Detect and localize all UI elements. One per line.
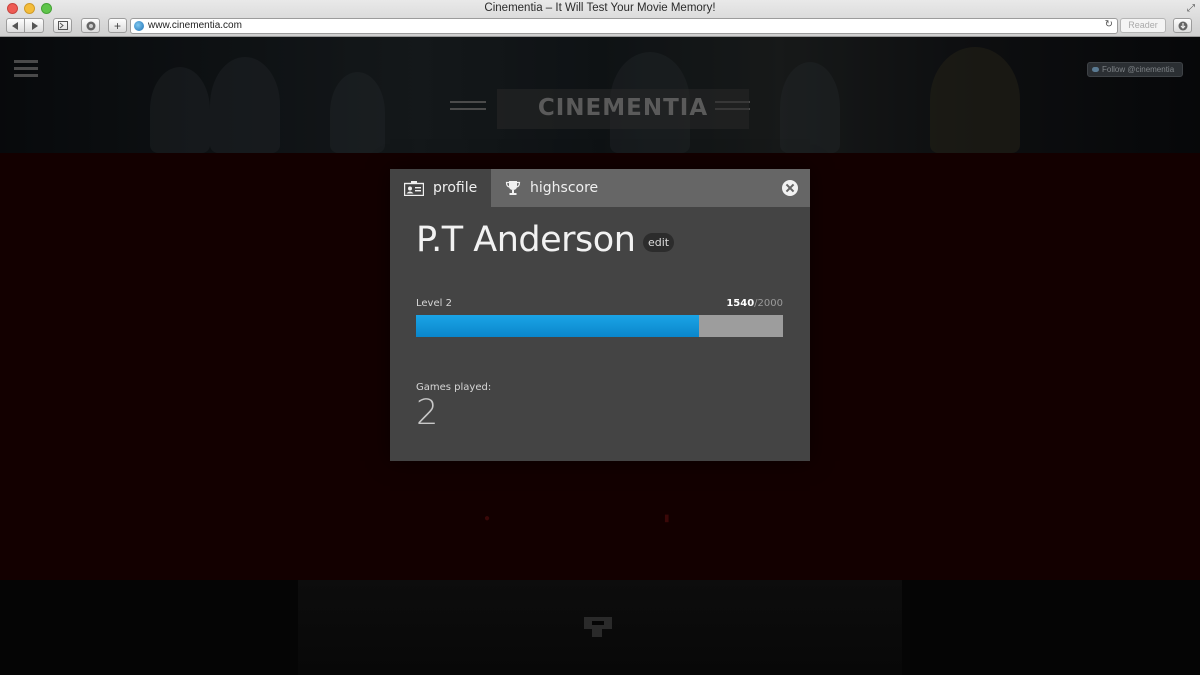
play-icon[interactable]: ● — [484, 513, 490, 524]
tab-highscore[interactable]: highscore — [491, 169, 691, 207]
site-logo[interactable]: CINEMENTIA — [497, 89, 749, 129]
reader-button[interactable]: Reader — [1120, 18, 1166, 33]
id-card-icon — [404, 180, 424, 196]
xp-current: 1540 — [726, 298, 755, 309]
fullscreen-icon[interactable]: ⤢ — [1187, 3, 1195, 14]
downloads-button[interactable] — [1173, 18, 1192, 33]
forward-arrow-icon — [31, 21, 38, 30]
address-bar[interactable]: www.cinementia.com ↻ — [130, 18, 1118, 34]
extension-icon — [86, 21, 95, 30]
web-page: CINEMENTIA Follow @cinementia ● ▮ profil… — [0, 37, 1200, 675]
level-label: Level 2 — [416, 298, 452, 309]
back-button[interactable] — [6, 18, 25, 33]
plus-icon: + — [113, 18, 121, 33]
level-progress-fill — [416, 315, 699, 337]
hamburger-menu-icon[interactable] — [14, 60, 38, 81]
tab-highscore-label: highscore — [530, 180, 599, 196]
xp-counter: 1540/2000 — [726, 298, 783, 309]
close-modal-button[interactable] — [782, 180, 798, 196]
reload-icon[interactable]: ↻ — [1105, 19, 1113, 30]
profile-name: P.T Anderson — [416, 220, 636, 260]
url-text[interactable]: www.cinementia.com — [148, 20, 242, 31]
show-all-tabs-button[interactable] — [53, 18, 72, 33]
window-title: Cinementia – It Will Test Your Movie Mem… — [484, 2, 716, 14]
browser-toolbar: Cinementia – It Will Test Your Movie Mem… — [0, 0, 1200, 37]
modal-tab-bar: profile highscore — [390, 169, 810, 207]
twitter-follow-button[interactable]: Follow @cinementia — [1087, 62, 1183, 77]
hero-banner: CINEMENTIA Follow @cinementia — [0, 37, 1200, 153]
games-played-label: Games played: — [416, 382, 492, 393]
forward-button[interactable] — [25, 18, 44, 33]
profile-modal: profile highscore P.T Anderson edit Leve… — [390, 169, 810, 461]
back-arrow-icon — [12, 21, 18, 30]
trophy-icon — [505, 181, 521, 195]
stats-icon[interactable]: ▮ — [664, 513, 670, 524]
logo-text: CINEMENTIA — [537, 95, 709, 121]
expand-icon — [57, 21, 68, 30]
games-played-value: 2 — [416, 393, 439, 433]
level-progress-bar — [416, 315, 783, 337]
footer-logo-icon — [584, 617, 612, 637]
site-favicon-icon — [134, 21, 144, 31]
new-tab-button[interactable]: + — [108, 18, 127, 33]
edit-name-button[interactable]: edit — [643, 233, 674, 252]
download-icon — [1178, 21, 1187, 30]
tab-profile-label: profile — [433, 180, 478, 196]
xp-total: /2000 — [754, 298, 783, 309]
extension-button[interactable] — [81, 18, 100, 33]
tab-profile[interactable]: profile — [390, 169, 491, 207]
